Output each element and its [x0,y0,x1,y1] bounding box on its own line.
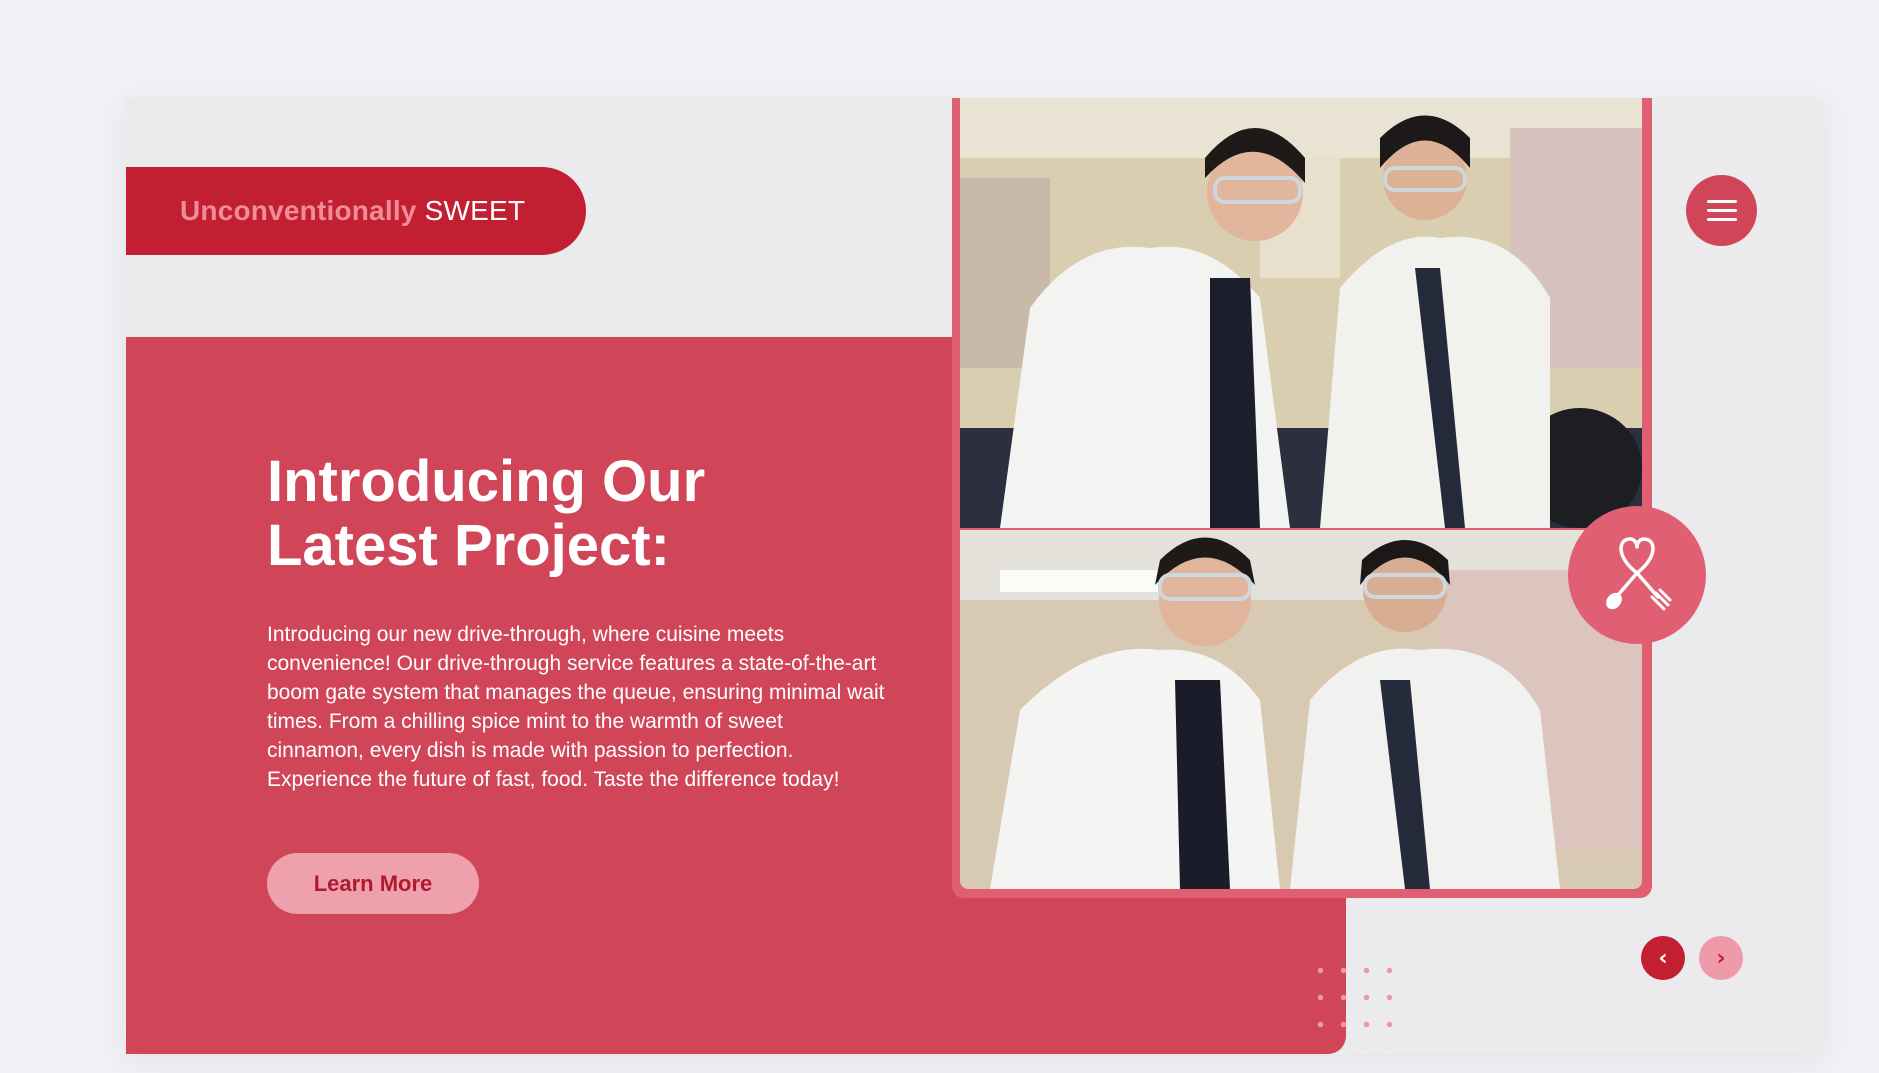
brand-logo[interactable]: Unconventionally SWEET [126,167,586,255]
photo-students-bottom [960,530,1642,889]
dot-pattern [1309,957,1401,1049]
hamburger-menu-icon [1706,199,1737,222]
photo-students-top [960,98,1642,528]
brand-name: SWEET [424,195,526,226]
intro-paragraph: Introducing our new drive-through, where… [267,623,885,791]
hero-card: Unconventionally SWEET Introducing Our L… [126,98,1824,1054]
chevron-right-icon: › [1716,945,1726,971]
previous-slide-button[interactable]: ‹ [1641,936,1685,980]
chevron-left-icon: ‹ [1658,945,1668,971]
brand-highlight: Unconventionally [180,195,417,226]
title-line-1: Introducing Our [267,449,706,514]
photo-frame [952,98,1652,898]
brand-badge [1568,506,1706,644]
page-title: Introducing Our Latest Project: [267,450,887,578]
title-line-2: Latest Project: [267,513,670,578]
menu-button[interactable] [1686,175,1757,246]
next-slide-button[interactable]: › [1699,936,1743,980]
heart-spoon-fork-icon [1606,537,1672,611]
learn-more-button[interactable]: Learn More [267,853,479,914]
